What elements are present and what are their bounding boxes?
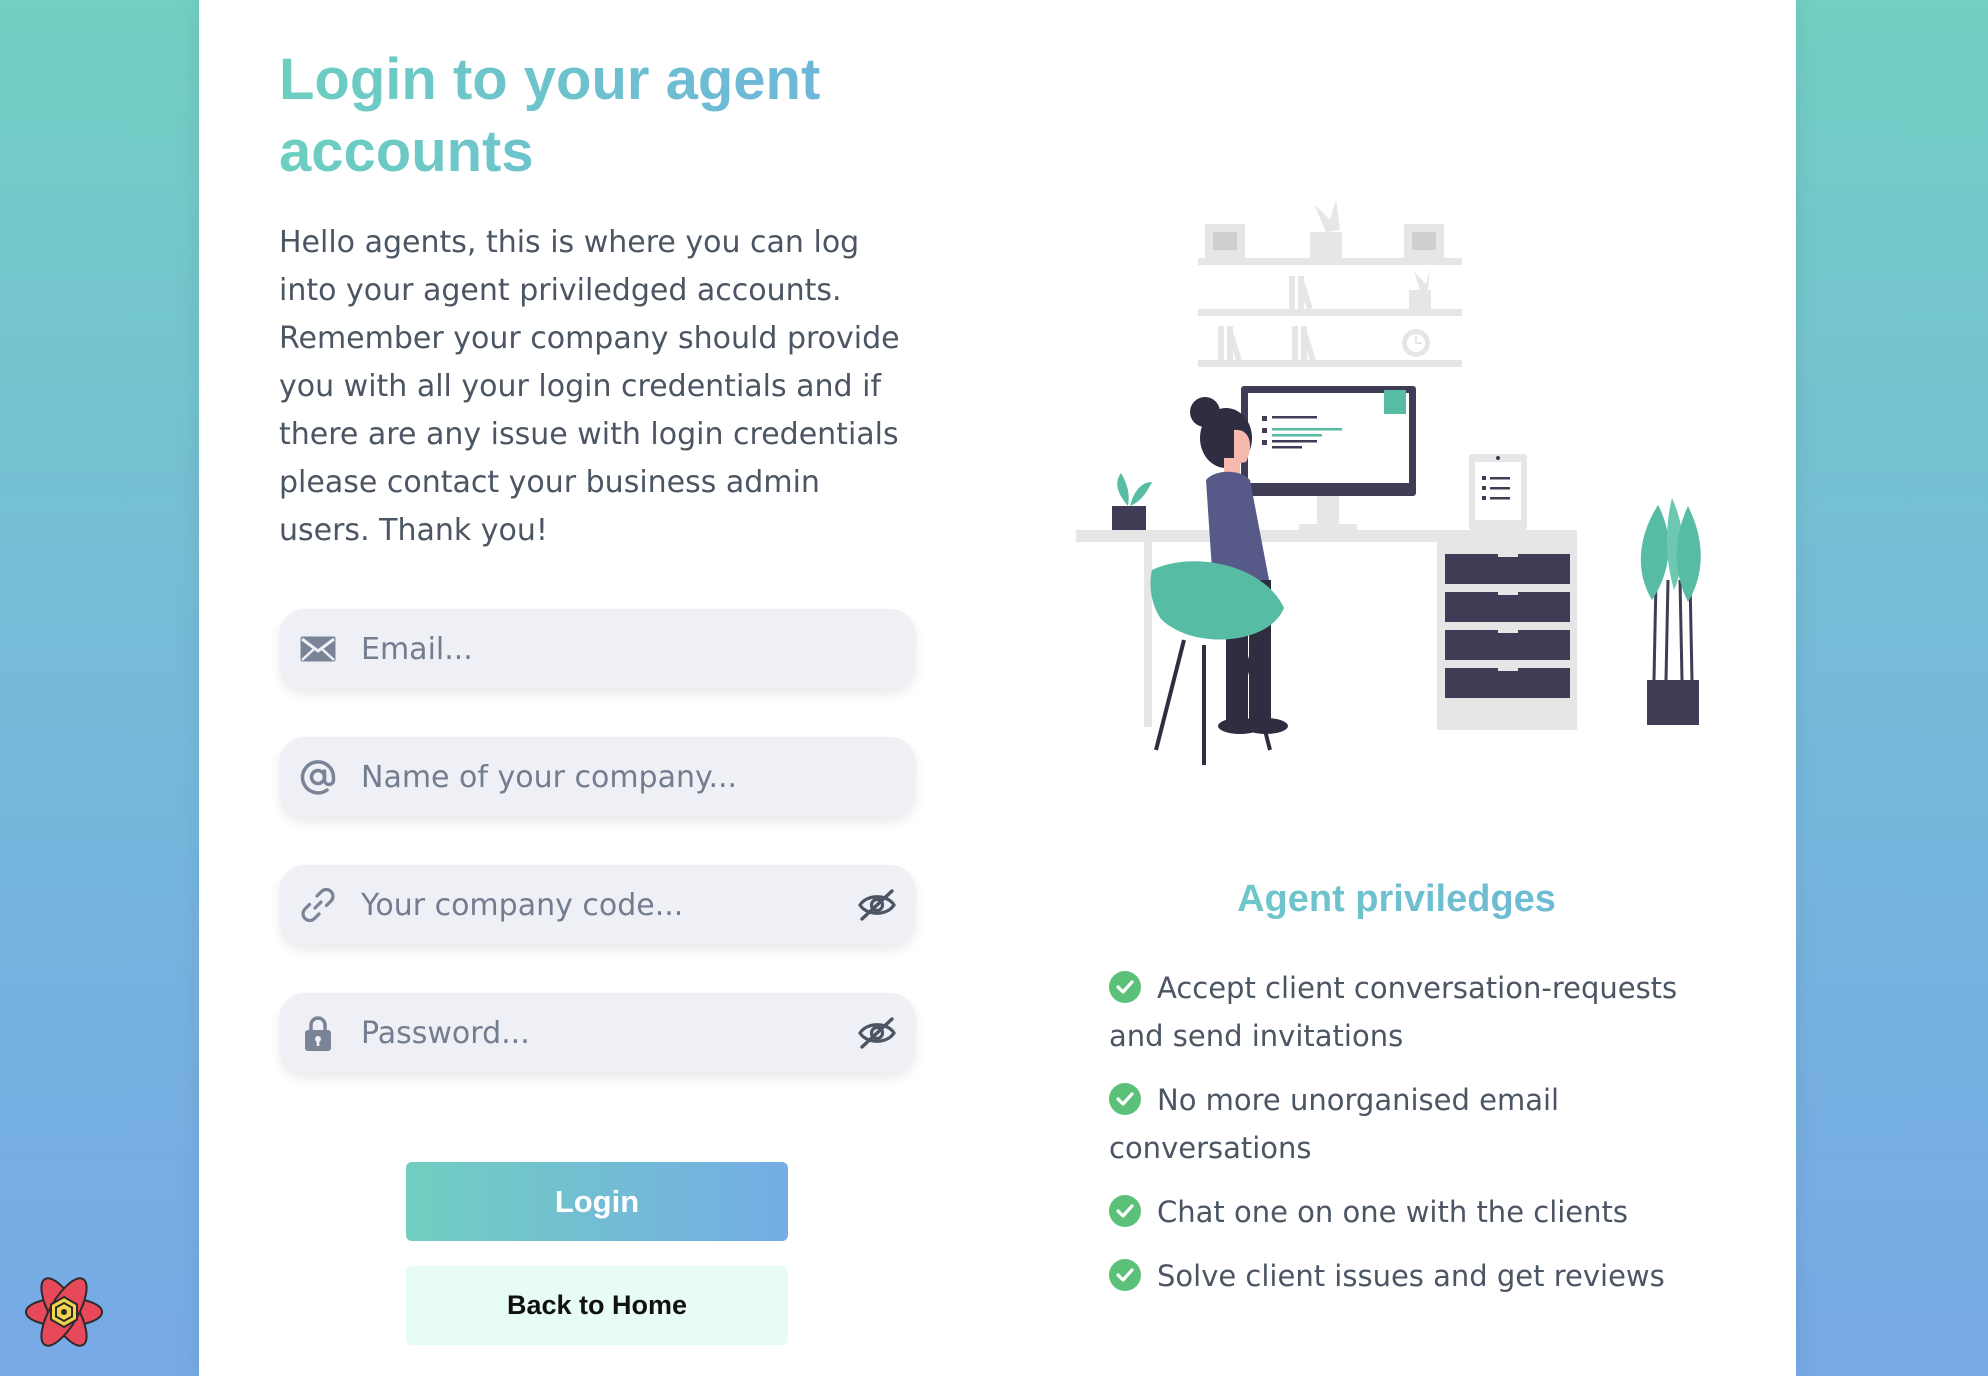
list-item: Chat one on one with the clients xyxy=(1109,1188,1709,1236)
privileges-list: Accept client conversation-requests and … xyxy=(1109,964,1709,1316)
login-card: Login to your agent accounts Hello agent… xyxy=(199,0,1796,1376)
company-code-input[interactable] xyxy=(359,874,856,936)
react-logo-icon[interactable] xyxy=(22,1270,106,1354)
eye-off-icon[interactable] xyxy=(856,1012,898,1054)
email-input[interactable] xyxy=(359,618,898,680)
lock-icon xyxy=(297,1012,339,1054)
link-icon xyxy=(297,884,339,926)
privilege-text: Chat one on one with the clients xyxy=(1157,1195,1629,1229)
list-item: Solve client issues and get reviews xyxy=(1109,1252,1709,1300)
check-circle-icon xyxy=(1109,1195,1141,1227)
at-sign-icon xyxy=(297,756,339,798)
check-circle-icon xyxy=(1109,971,1141,1003)
company-name-field[interactable] xyxy=(279,737,916,817)
privilege-text: Accept client conversation-requests and … xyxy=(1109,971,1678,1053)
privilege-text: Solve client issues and get reviews xyxy=(1157,1259,1665,1293)
back-to-home-button[interactable]: Back to Home xyxy=(406,1266,788,1345)
check-circle-icon xyxy=(1109,1259,1141,1291)
login-button[interactable]: Login xyxy=(406,1162,788,1241)
eye-off-icon[interactable] xyxy=(856,884,898,926)
intro-text: Hello agents, this is where you can log … xyxy=(279,225,900,548)
mail-icon xyxy=(297,628,339,670)
company-name-input[interactable] xyxy=(359,746,898,808)
password-field[interactable] xyxy=(279,993,916,1073)
company-code-field[interactable] xyxy=(279,865,916,945)
check-circle-icon xyxy=(1109,1083,1141,1115)
email-field[interactable] xyxy=(279,609,916,689)
list-item: No more unorganised email conversations xyxy=(1109,1076,1709,1172)
privileges-title: Agent priviledges xyxy=(1029,878,1764,921)
list-item: Accept client conversation-requests and … xyxy=(1109,964,1709,1060)
page-title: Login to your agent accounts xyxy=(279,44,919,188)
working-at-desk-illustration xyxy=(1074,190,1734,770)
privilege-text: No more unorganised email conversations xyxy=(1109,1083,1560,1165)
password-input[interactable] xyxy=(359,1002,856,1064)
